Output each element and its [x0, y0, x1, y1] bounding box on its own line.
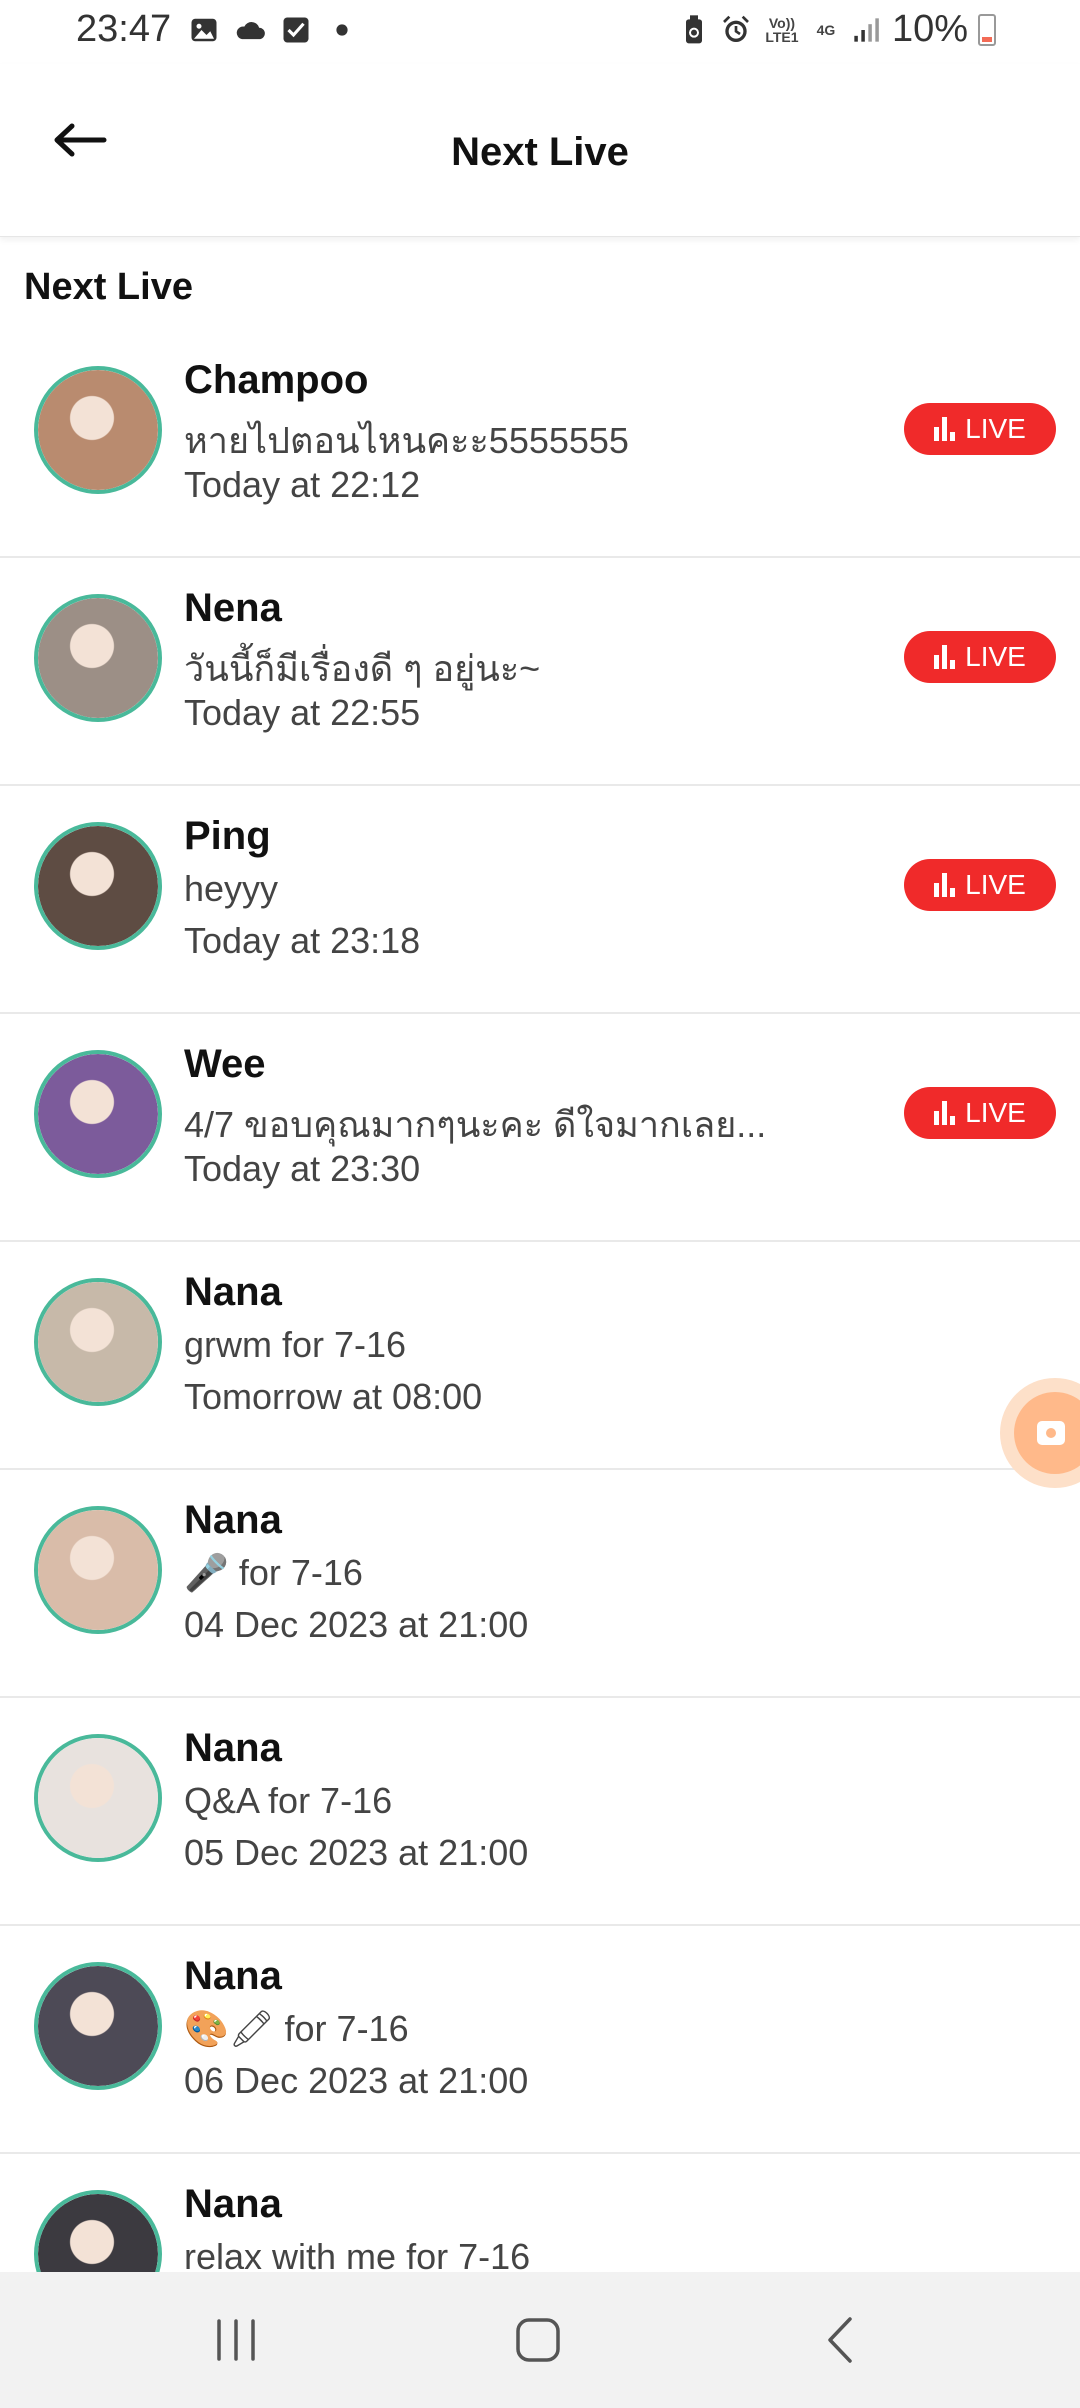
live-bars-icon	[934, 1101, 956, 1125]
recents-icon	[217, 2319, 255, 2361]
streamer-name: Nana	[184, 2182, 282, 2226]
status-bar: 23:47 Vo)) LTE1 4G 10%	[0, 0, 1080, 64]
avatar-image	[38, 826, 158, 946]
streamer-name: Ping	[184, 814, 271, 858]
avatar[interactable]	[34, 1278, 162, 1406]
back-chevron-icon	[828, 2317, 852, 2363]
avatar-image	[38, 1738, 158, 1858]
avatar[interactable]	[34, 1962, 162, 2090]
live-description: Q&A for 7-16	[184, 1780, 393, 1821]
live-description: grwm for 7-16	[184, 1324, 407, 1365]
live-badge[interactable]: LIVE	[904, 403, 1056, 455]
camera-icon	[1037, 1421, 1065, 1445]
live-badge[interactable]: LIVE	[904, 1087, 1056, 1139]
home-button[interactable]	[478, 2300, 598, 2380]
live-bars-icon	[934, 645, 956, 669]
battery-icon	[978, 13, 996, 46]
list-item[interactable]: Champoo หายไปตอนไหนคะะ5555555 Today at 22:…	[0, 330, 1080, 558]
streamer-name: Nena	[184, 586, 282, 630]
avatar-image	[38, 1282, 158, 1402]
battery-saver-icon	[678, 14, 710, 46]
avatar[interactable]	[34, 594, 162, 722]
avatar[interactable]	[34, 822, 162, 950]
streamer-name: Nana	[184, 1954, 282, 1998]
app-header: Next Live	[0, 64, 1080, 237]
live-description: heyyy	[184, 868, 279, 909]
live-time: 06 Dec 2023 at 21:00	[184, 2060, 529, 2101]
streamer-name: Nana	[184, 1726, 282, 1770]
nav-back-button[interactable]	[780, 2300, 900, 2380]
live-list: Champoo หายไปตอนไหนคะะ5555555 Today at 22:…	[0, 330, 1080, 2382]
live-time: Today at 23:30	[184, 1148, 421, 1189]
live-label: LIVE	[965, 413, 1026, 444]
dot-icon	[326, 14, 358, 46]
live-description: 🎨🖍 for 7-16	[184, 2008, 409, 2049]
list-item[interactable]: Nana 🎨🖍 for 7-16 06 Dec 2023 at 21:00	[0, 1926, 1080, 2154]
streamer-name: Nana	[184, 1498, 282, 1542]
live-bars-icon	[934, 417, 956, 441]
streamer-name: Nana	[184, 1270, 282, 1314]
recents-button[interactable]	[176, 2300, 296, 2380]
status-time: 23:47	[76, 8, 172, 50]
avatar[interactable]	[34, 1050, 162, 1178]
list-item[interactable]: Nana Q&A for 7-16 05 Dec 2023 at 21:00	[0, 1698, 1080, 1926]
floating-button-core	[1014, 1392, 1080, 1474]
system-nav-bar	[0, 2272, 1080, 2408]
streamer-name: Champoo	[184, 358, 369, 402]
list-item[interactable]: Nana grwm for 7-16 Tomorrow at 08:00	[0, 1242, 1080, 1470]
status-right-icons: Vo)) LTE1 4G 10%	[678, 8, 996, 51]
section-title: Next Live	[24, 266, 193, 308]
list-item[interactable]: Wee 4/7 ขอบคุณมากๆนะคะ ดีใจมากเลย... Today…	[0, 1014, 1080, 1242]
image-icon	[188, 14, 220, 46]
live-description: วันนี้ก็มีเรื่องดี ๆ อยู่นะ~	[184, 648, 541, 689]
4g-icon: 4G	[812, 14, 840, 46]
live-time: Today at 22:12	[184, 464, 421, 505]
live-badge[interactable]: LIVE	[904, 631, 1056, 683]
live-time: Today at 23:18	[184, 920, 421, 961]
live-label: LIVE	[965, 869, 1026, 900]
avatar-image	[38, 1510, 158, 1630]
live-label: LIVE	[965, 641, 1026, 672]
home-icon	[516, 2318, 560, 2362]
live-time: Today at 22:55	[184, 692, 421, 733]
volte-label: Vo)) LTE1	[765, 14, 799, 45]
list-item[interactable]: Nana 🎤 for 7-16 04 Dec 2023 at 21:00	[0, 1470, 1080, 1698]
signal-icon	[850, 14, 882, 46]
network-label: 4G	[816, 21, 836, 38]
live-time: 04 Dec 2023 at 21:00	[184, 1604, 529, 1645]
volte-icon: Vo)) LTE1	[762, 14, 802, 46]
live-description: 🎤 for 7-16	[184, 1552, 363, 1593]
alarm-icon	[720, 14, 752, 46]
status-left-icons	[188, 14, 358, 46]
checkbox-icon	[280, 14, 312, 46]
page-title: Next Live	[451, 130, 629, 174]
avatar[interactable]	[34, 366, 162, 494]
live-bars-icon	[934, 873, 956, 897]
streamer-name: Wee	[184, 1042, 266, 1086]
cloud-icon	[234, 14, 266, 46]
list-item[interactable]: Ping heyyy Today at 23:18 LIVE	[0, 786, 1080, 1014]
list-item[interactable]: Nena วันนี้ก็มีเรื่องดี ๆ อยู่นะ~ Today at…	[0, 558, 1080, 786]
avatar-image	[38, 598, 158, 718]
live-badge[interactable]: LIVE	[904, 859, 1056, 911]
live-time: 05 Dec 2023 at 21:00	[184, 1832, 529, 1873]
avatar[interactable]	[34, 1506, 162, 1634]
battery-percent: 10%	[891, 8, 968, 50]
live-description: 4/7 ขอบคุณมากๆนะคะ ดีใจมากเลย...	[184, 1104, 767, 1145]
live-label: LIVE	[965, 1097, 1026, 1128]
avatar-image	[38, 1054, 158, 1174]
live-time: Tomorrow at 08:00	[184, 1376, 483, 1417]
avatar[interactable]	[34, 1734, 162, 1862]
avatar-image	[38, 1966, 158, 2086]
live-description: หายไปตอนไหนคะะ5555555	[184, 420, 629, 461]
avatar-image	[38, 370, 158, 490]
